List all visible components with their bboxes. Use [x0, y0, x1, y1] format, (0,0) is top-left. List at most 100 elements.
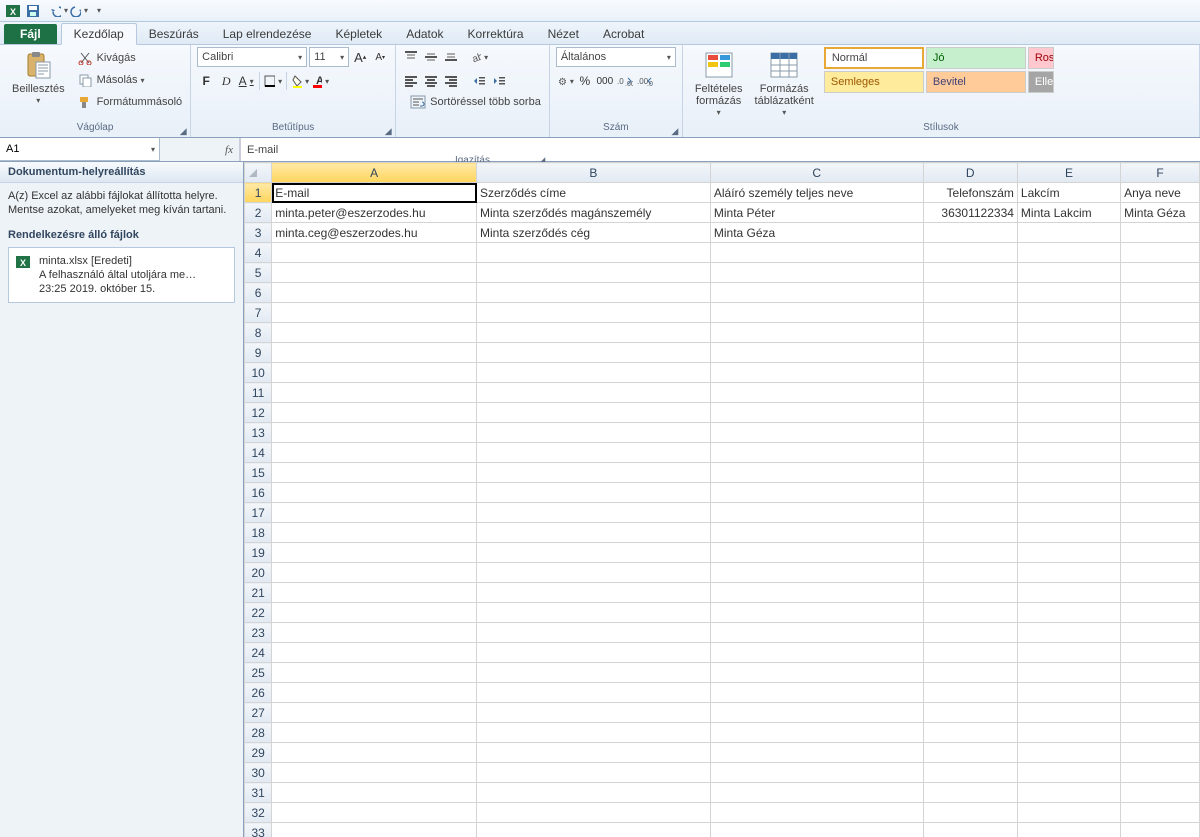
cell[interactable]	[477, 803, 711, 823]
cell[interactable]: Minta Lakcim	[1017, 203, 1120, 223]
cell[interactable]	[1017, 663, 1120, 683]
cell[interactable]	[923, 403, 1017, 423]
tab-page-layout[interactable]: Lap elrendezése	[211, 24, 324, 44]
cell[interactable]	[710, 823, 923, 837]
cell[interactable]: Telefonszám	[923, 183, 1017, 203]
cell[interactable]	[477, 663, 711, 683]
cell[interactable]	[1017, 823, 1120, 837]
decrease-decimal-button[interactable]: .00.0	[636, 71, 654, 91]
cell[interactable]	[272, 683, 477, 703]
cell[interactable]	[923, 563, 1017, 583]
row-header[interactable]: 1	[245, 183, 272, 203]
cell[interactable]	[710, 423, 923, 443]
cell[interactable]	[477, 603, 711, 623]
tab-insert[interactable]: Beszúrás	[137, 24, 211, 44]
row-header[interactable]: 29	[245, 743, 272, 763]
row-header[interactable]: 16	[245, 483, 272, 503]
cell[interactable]	[272, 783, 477, 803]
undo-button[interactable]	[50, 2, 68, 20]
cell[interactable]	[1017, 383, 1120, 403]
cell[interactable]	[710, 343, 923, 363]
cell[interactable]	[272, 363, 477, 383]
name-box-dropdown[interactable]: ▾	[147, 145, 159, 154]
cell[interactable]	[1121, 523, 1200, 543]
qat-customize[interactable]: ▾	[90, 2, 108, 20]
cell[interactable]	[477, 703, 711, 723]
cell[interactable]	[1121, 603, 1200, 623]
cell[interactable]	[272, 423, 477, 443]
spreadsheet-grid[interactable]: ABCDEF1E-mailSzerződés címeAláíró személ…	[244, 162, 1200, 837]
cell[interactable]	[710, 283, 923, 303]
recovered-file-item[interactable]: X minta.xlsx [Eredeti] A felhasználó ált…	[8, 247, 235, 303]
cell[interactable]	[710, 743, 923, 763]
cell[interactable]	[1017, 583, 1120, 603]
cell[interactable]	[272, 403, 477, 423]
cell[interactable]	[1017, 243, 1120, 263]
cell[interactable]	[1017, 723, 1120, 743]
cell[interactable]: E-mail	[272, 183, 477, 203]
font-name-combo[interactable]: Calibri▾	[197, 47, 307, 67]
cell[interactable]	[1121, 563, 1200, 583]
tab-file[interactable]: Fájl	[4, 24, 57, 44]
row-header[interactable]: 31	[245, 783, 272, 803]
row-header[interactable]: 27	[245, 703, 272, 723]
cell[interactable]	[1121, 423, 1200, 443]
decrease-indent-button[interactable]	[470, 71, 488, 91]
cell[interactable]	[923, 303, 1017, 323]
cell[interactable]	[923, 823, 1017, 837]
cell[interactable]	[272, 763, 477, 783]
align-middle-button[interactable]	[422, 47, 440, 67]
cell[interactable]	[1017, 563, 1120, 583]
cell[interactable]	[710, 803, 923, 823]
cell[interactable]	[923, 223, 1017, 243]
cell[interactable]	[1017, 743, 1120, 763]
cell-style-input[interactable]: Bevitel	[926, 71, 1026, 93]
cell[interactable]	[1121, 763, 1200, 783]
row-header[interactable]: 28	[245, 723, 272, 743]
cell[interactable]	[477, 363, 711, 383]
wrap-text-button[interactable]: Sortöréssel több sorba	[408, 91, 543, 113]
font-size-combo[interactable]: 11▾	[309, 47, 349, 67]
cell[interactable]: 36301122334	[923, 203, 1017, 223]
cell[interactable]	[923, 703, 1017, 723]
cell[interactable]	[1121, 483, 1200, 503]
orientation-button[interactable]: ab	[470, 47, 488, 67]
row-header[interactable]: 12	[245, 403, 272, 423]
cell[interactable]	[272, 443, 477, 463]
cell[interactable]	[272, 543, 477, 563]
row-header[interactable]: 4	[245, 243, 272, 263]
cell[interactable]	[1121, 443, 1200, 463]
cell[interactable]	[923, 483, 1017, 503]
cell[interactable]	[1017, 463, 1120, 483]
underline-button[interactable]: A	[237, 71, 255, 91]
cell-style-neutral[interactable]: Semleges	[824, 71, 924, 93]
tab-acrobat[interactable]: Acrobat	[591, 24, 656, 44]
cell[interactable]	[710, 583, 923, 603]
row-header[interactable]: 17	[245, 503, 272, 523]
grow-font-button[interactable]: A▴	[351, 47, 369, 67]
cell[interactable]	[923, 503, 1017, 523]
row-header[interactable]: 8	[245, 323, 272, 343]
cell[interactable]	[477, 383, 711, 403]
cell[interactable]	[923, 363, 1017, 383]
cell[interactable]	[1121, 783, 1200, 803]
cell[interactable]	[923, 543, 1017, 563]
cell[interactable]	[477, 743, 711, 763]
cell[interactable]	[477, 523, 711, 543]
cell[interactable]	[1017, 783, 1120, 803]
cell[interactable]: minta.peter@eszerzodes.hu	[272, 203, 477, 223]
cell[interactable]	[1017, 683, 1120, 703]
cell[interactable]	[477, 343, 711, 363]
column-header-D[interactable]: D	[923, 163, 1017, 183]
tab-view[interactable]: Nézet	[536, 24, 591, 44]
cell[interactable]	[477, 723, 711, 743]
cell[interactable]	[710, 643, 923, 663]
cell[interactable]	[1017, 263, 1120, 283]
row-header[interactable]: 30	[245, 763, 272, 783]
cell[interactable]	[477, 263, 711, 283]
cell[interactable]	[1121, 403, 1200, 423]
cell[interactable]	[1121, 723, 1200, 743]
cell[interactable]	[923, 583, 1017, 603]
cell-style-check[interactable]: Ellenőrző	[1028, 71, 1054, 93]
cell[interactable]: Lakcím	[1017, 183, 1120, 203]
